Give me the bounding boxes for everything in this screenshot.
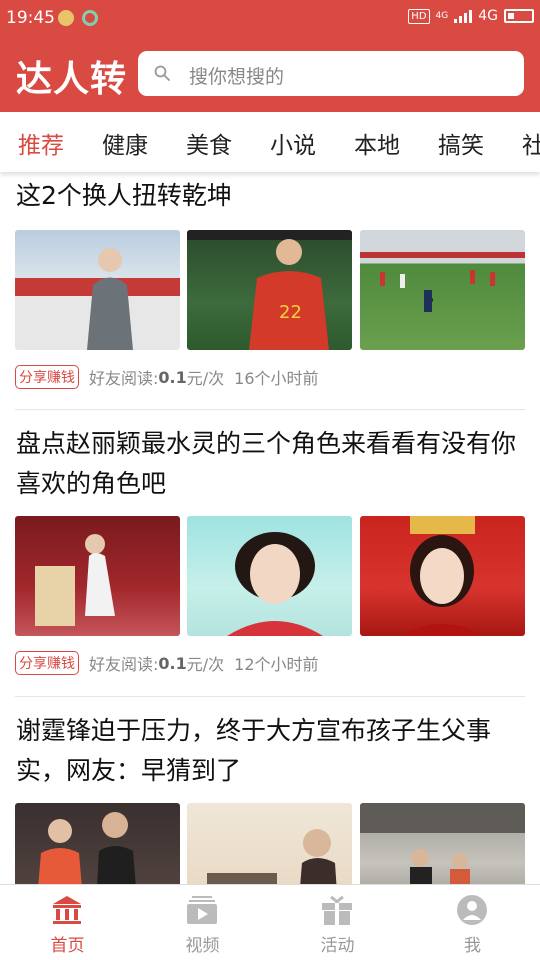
thumbnail-actress[interactable] — [187, 516, 352, 636]
publish-time: 12个小时前 — [234, 655, 319, 674]
tab-food[interactable]: 美食 — [186, 126, 232, 160]
signal-icon — [454, 9, 473, 23]
tab-health[interactable]: 健康 — [102, 126, 148, 160]
article-thumbnails[interactable] — [15, 516, 525, 636]
thumbnail-coach[interactable] — [15, 230, 180, 350]
nav-activity-label: 活动 — [320, 936, 355, 956]
article-meta: 分享赚钱 好友阅读: 0.1 元/次 12个小时前 — [15, 650, 319, 676]
nav-video-label: 视频 — [185, 936, 220, 956]
article-title[interactable]: 盘点赵丽颖最水灵的三个角色来看看有没有你喜欢的角色吧 — [16, 424, 526, 504]
network-small-label: 4G — [435, 11, 449, 21]
share-earn-badge[interactable]: 分享赚钱 — [15, 651, 79, 675]
search-box[interactable]: 搜你想搜的 — [138, 51, 524, 96]
status-time: 19:45 — [6, 8, 55, 28]
video-icon — [187, 896, 217, 924]
bottom-nav: 首页 视频 活动 我 — [0, 884, 540, 960]
divider — [15, 696, 525, 697]
tab-local[interactable]: 本地 — [354, 126, 400, 160]
app-logo: 达人转 — [16, 59, 128, 100]
category-tabs: 推荐 健康 美食 小说 本地 搞笑 社 — [0, 112, 540, 172]
search-icon — [154, 65, 170, 81]
svg-text:22: 22 — [279, 302, 302, 323]
reward-value: 0.1 — [158, 367, 187, 387]
app-header: 19:45 HD 4G 4G 达人转 搜你想搜的 — [0, 0, 540, 112]
thumbnail-match[interactable] — [360, 230, 525, 350]
article-meta: 分享赚钱 好友阅读: 0.1 元/次 16个小时前 — [15, 364, 319, 390]
app-status-icon — [82, 10, 98, 26]
tab-funny[interactable]: 搞笑 — [438, 126, 484, 160]
tab-society[interactable]: 社 — [522, 126, 540, 160]
network-label: 4G — [478, 8, 498, 24]
publish-time: 16个小时前 — [234, 369, 319, 388]
thumbnail-player[interactable]: 22 — [187, 230, 352, 350]
article-title[interactable]: 谢霆锋迫于压力，终于大方宣布孩子生父事实，网友：早猜到了 — [16, 711, 526, 791]
tab-recommend[interactable]: 推荐 — [18, 126, 64, 160]
nav-activity[interactable]: 活动 — [270, 885, 405, 960]
reward-prefix: 好友阅读: — [89, 369, 159, 388]
notification-icon — [58, 10, 74, 26]
reward-suffix: 元/次 — [186, 369, 225, 388]
status-bar: 19:45 HD 4G 4G — [0, 0, 540, 36]
profile-icon — [457, 895, 487, 925]
gift-icon — [322, 895, 352, 925]
nav-profile[interactable]: 我 — [405, 885, 540, 960]
home-icon — [53, 896, 81, 924]
nav-home-label: 首页 — [50, 936, 85, 956]
status-right: HD 4G 4G — [408, 8, 534, 24]
thumbnail-drama-scene[interactable] — [15, 516, 180, 636]
nav-profile-label: 我 — [464, 936, 481, 956]
article-title[interactable]: 这2个换人扭转乾坤 — [16, 176, 526, 216]
reward-value: 0.1 — [158, 653, 187, 673]
battery-icon — [504, 9, 534, 23]
nav-home[interactable]: 首页 — [0, 885, 135, 960]
share-earn-badge[interactable]: 分享赚钱 — [15, 365, 79, 389]
thumbnail-bride[interactable] — [360, 516, 525, 636]
hd-badge: HD — [408, 8, 430, 24]
tab-novel[interactable]: 小说 — [270, 126, 316, 160]
reward-suffix: 元/次 — [186, 655, 225, 674]
divider — [15, 409, 525, 410]
nav-video[interactable]: 视频 — [135, 885, 270, 960]
article-thumbnails[interactable]: 22 — [15, 230, 525, 350]
search-placeholder: 搜你想搜的 — [189, 66, 285, 88]
reward-prefix: 好友阅读: — [89, 655, 159, 674]
